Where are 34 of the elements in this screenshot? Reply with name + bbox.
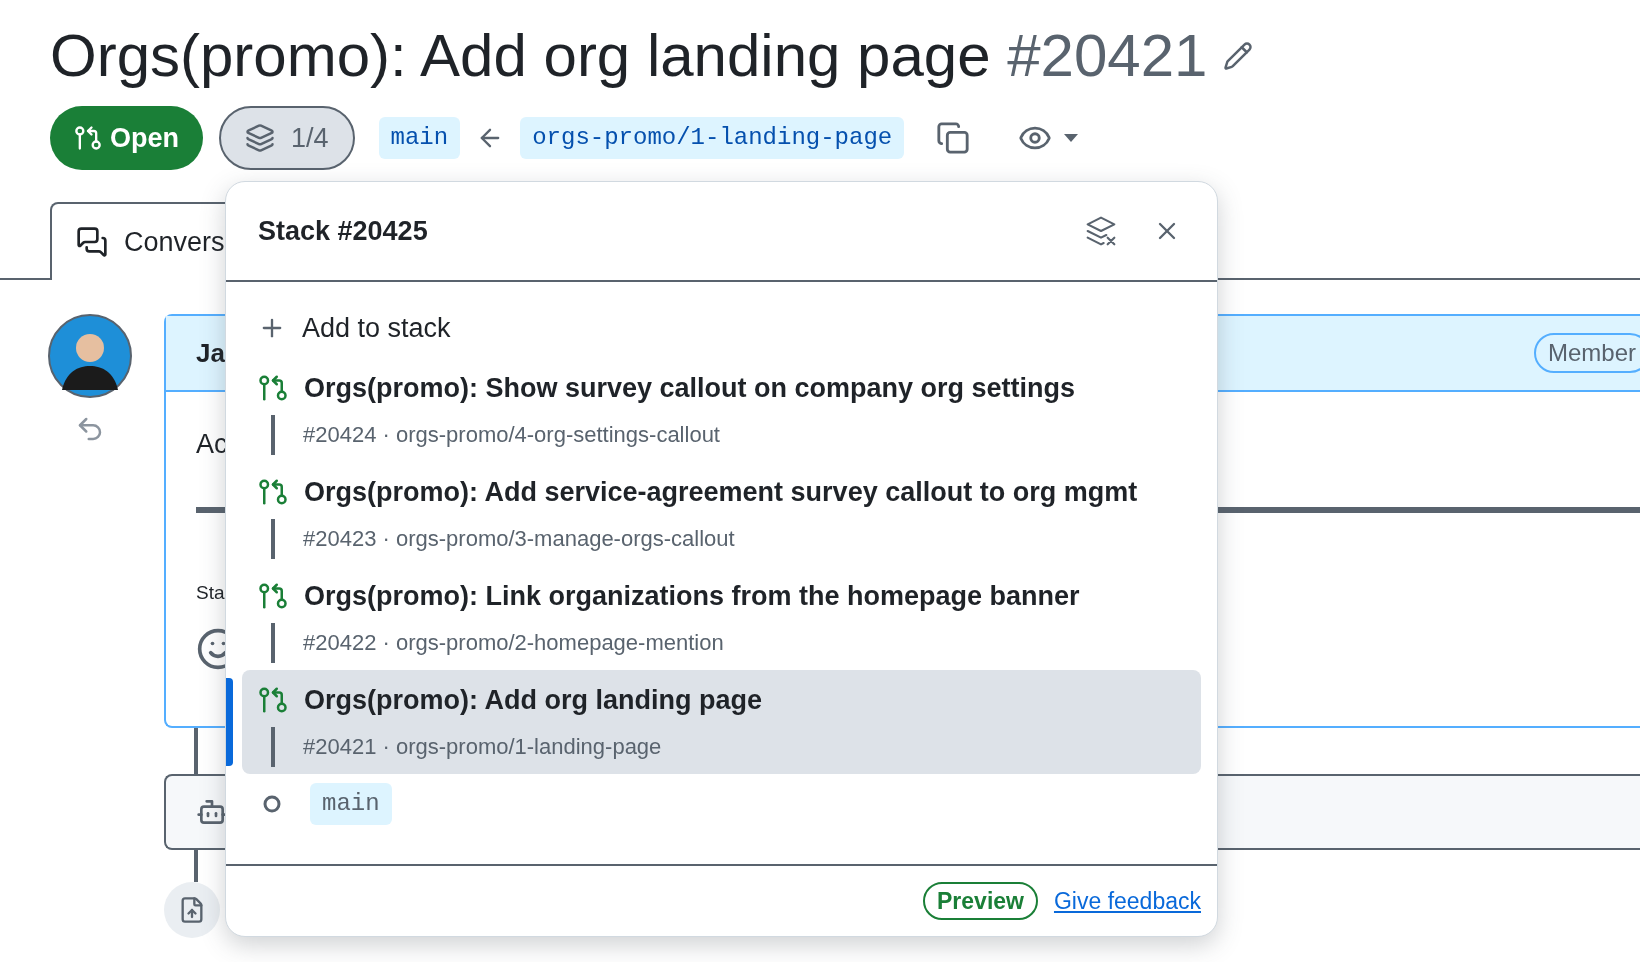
layers-remove-icon[interactable]	[1085, 215, 1117, 247]
item-title: Orgs(promo): Add service-agreement survey callout to org mgmt	[304, 476, 1138, 509]
stack-item[interactable]: Orgs(promo): Add org landing page #20421 · orgs-promo/1-landing-page	[242, 670, 1201, 774]
caret-icon	[1064, 134, 1079, 142]
speech-bubbles-icon	[76, 226, 108, 258]
branch-label[interactable]: orgs-promo/1-landing-page	[520, 117, 905, 159]
item-meta: #20422 · orgs-promo/2-homepage-mention	[303, 629, 724, 657]
status-badge: Open	[50, 106, 203, 170]
stack-item[interactable]: Orgs(promo): Add service-agreement survey callout to org mgmt #20423 · orgs-promo/3-manage-orgs-callout	[242, 462, 1201, 566]
base-node-icon	[262, 794, 282, 814]
pr-number: #20421	[1007, 22, 1208, 89]
copy-icon[interactable]	[936, 121, 971, 155]
status-text: Sta	[196, 581, 225, 603]
base-branch-label[interactable]: main	[310, 783, 392, 825]
stack-item[interactable]: Orgs(promo): Show survey callout on company org settings #20424 · orgs-promo/4-org-settings-callout	[242, 358, 1201, 462]
branch-label[interactable]: main	[378, 117, 461, 159]
author-name[interactable]: Ja	[196, 333, 225, 373]
item-title: Orgs(promo): Link organizations from the homepage banner	[304, 580, 1080, 613]
role-badge: Member	[1533, 333, 1640, 373]
item-meta: #20421 · orgs-promo/1-landing-page	[303, 733, 662, 761]
add-to-stack-button[interactable]: Add to stack	[242, 298, 1201, 358]
pr-title: Orgs(promo): Add org landing page	[50, 22, 991, 89]
edit-icon[interactable]	[1223, 41, 1254, 71]
comment-body: Ac	[196, 429, 228, 459]
item-meta: #20423 · orgs-promo/3-manage-orgs-callout	[303, 525, 735, 553]
feedback-link[interactable]: Give feedback	[1053, 883, 1201, 919]
stack-button[interactable]: 1/4	[219, 106, 355, 170]
pull-request-icon	[74, 124, 102, 152]
item-title: Orgs(promo): Add org landing page	[304, 684, 762, 717]
stack-item[interactable]: Orgs(promo): Link organizations from the homepage banner #20422 · orgs-promo/2-homepage-mention	[242, 566, 1201, 670]
item-title: Orgs(promo): Show survey callout on company org settings	[304, 372, 1076, 405]
item-meta: #20424 · orgs-promo/4-org-settings-callout	[303, 421, 720, 449]
preview-badge: Preview	[923, 881, 1038, 921]
layers-icon	[245, 123, 275, 153]
